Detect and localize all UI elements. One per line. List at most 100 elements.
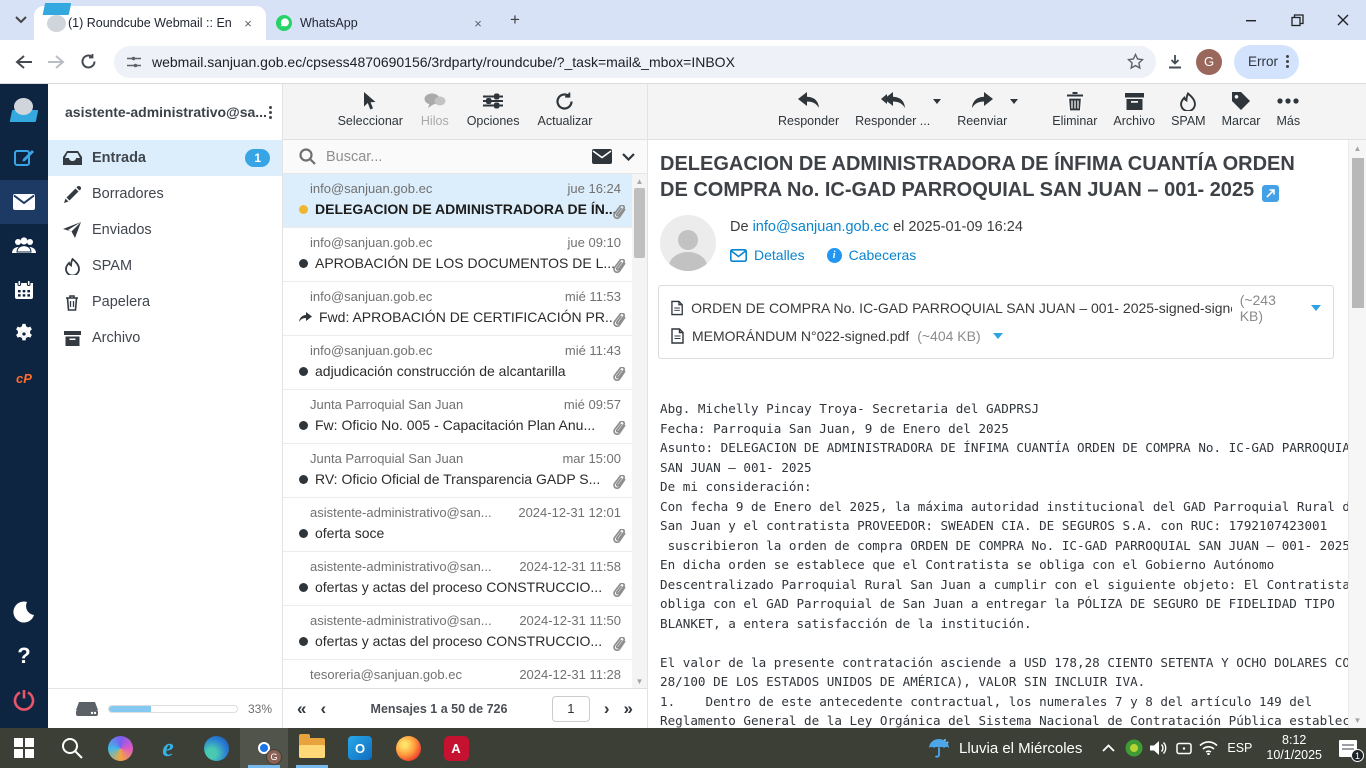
volume-icon[interactable] — [1146, 728, 1171, 768]
tab-search-icon[interactable] — [8, 7, 34, 33]
attachment-menu-caret-icon[interactable] — [1311, 305, 1321, 311]
message-row[interactable]: info@sanjuan.gob.ecjue 16:24 DELEGACION … — [283, 174, 647, 228]
bookmark-star-icon[interactable] — [1127, 53, 1144, 70]
logout-button[interactable] — [0, 678, 48, 722]
select-button[interactable]: Seleccionar — [338, 91, 403, 128]
device-tray-icon[interactable] — [1171, 728, 1196, 768]
message-row[interactable]: info@sanjuan.gob.ecmié 11:43 adjudicació… — [283, 336, 647, 390]
outlook-icon[interactable]: O — [336, 728, 384, 768]
message-row[interactable]: Junta Parroquial San Juanmié 09:57 Fw: O… — [283, 390, 647, 444]
spam-button[interactable]: SPAM — [1171, 91, 1206, 128]
message-row[interactable]: Junta Parroquial San Juanmar 15:00 RV: O… — [283, 444, 647, 498]
unread-dot-icon[interactable] — [299, 259, 308, 268]
tab-close-icon[interactable]: × — [240, 15, 256, 31]
folder-drafts[interactable]: Borradores — [48, 176, 282, 212]
next-page-button[interactable]: › — [604, 699, 610, 719]
message-row[interactable]: asistente-administrativo@san...2024-12-3… — [283, 552, 647, 606]
search-options-chevron-icon[interactable] — [622, 153, 635, 161]
wifi-icon[interactable] — [1196, 728, 1221, 768]
restore-button[interactable] — [1274, 0, 1320, 40]
message-row[interactable]: asistente-administrativo@san...2024-12-3… — [283, 606, 647, 660]
attachment-name[interactable]: MEMORÁNDUM N°022-signed.pdf — [692, 328, 909, 344]
details-toggle[interactable]: Detalles — [730, 247, 805, 263]
chrome-taskbar-button[interactable]: G — [240, 728, 288, 768]
folder-archive[interactable]: Archivo — [48, 320, 282, 356]
url-text[interactable]: webmail.sanjuan.gob.ec/cpsess4870690156/… — [152, 54, 1127, 70]
tray-expand-chevron-icon[interactable] — [1096, 728, 1121, 768]
message-row[interactable]: asistente-administrativo@san...2024-12-3… — [283, 498, 647, 552]
copilot-icon[interactable] — [96, 728, 144, 768]
minimize-button[interactable] — [1228, 0, 1274, 40]
from-email-link[interactable]: info@sanjuan.gob.ec — [753, 219, 889, 235]
notification-center-button[interactable]: 1 — [1330, 728, 1366, 768]
reply-all-caret-icon[interactable] — [933, 99, 941, 104]
list-scroll-thumb[interactable] — [634, 188, 645, 258]
address-bar[interactable]: webmail.sanjuan.gob.ec/cpsess4870690156/… — [114, 46, 1156, 78]
attachment-item[interactable]: MEMORÁNDUM N°022-signed.pdf (~404 KB) — [671, 322, 1321, 350]
contacts-nav-button[interactable] — [0, 224, 48, 268]
folder-sent[interactable]: Enviados — [48, 212, 282, 248]
list-scrollbar[interactable]: ▲ ▼ — [632, 174, 647, 688]
taskbar-search-button[interactable] — [48, 728, 96, 768]
keyboard-language[interactable]: ESP — [1221, 741, 1258, 755]
attachment-name[interactable]: ORDEN DE COMPRA No. IC-GAD PARROQUIAL SA… — [691, 300, 1232, 316]
search-scope-envelope-icon[interactable] — [592, 149, 612, 164]
folder-trash[interactable]: Papelera — [48, 284, 282, 320]
scroll-up-icon[interactable]: ▲ — [632, 174, 647, 188]
message-row[interactable]: info@sanjuan.gob.ecjue 09:10 APROBACIÓN … — [283, 228, 647, 282]
scroll-up-icon[interactable]: ▲ — [1349, 140, 1366, 156]
reply-button[interactable]: Responder — [778, 91, 839, 128]
mail-nav-button[interactable] — [0, 180, 48, 224]
attachment-menu-caret-icon[interactable] — [993, 333, 1003, 339]
flag-dot-icon[interactable] — [299, 205, 308, 214]
first-page-button[interactable]: « — [297, 699, 306, 719]
message-row[interactable]: tesoreria@sanjuan.gob.ec2024-12-31 11:28 — [283, 660, 647, 688]
last-page-button[interactable]: » — [624, 699, 633, 719]
reload-button[interactable] — [72, 46, 104, 78]
mail-scroll-thumb[interactable] — [1352, 158, 1364, 308]
acrobat-icon[interactable]: A — [432, 728, 480, 768]
help-button[interactable]: ? — [0, 634, 48, 678]
tab-whatsapp[interactable]: WhatsApp × — [266, 6, 496, 40]
tab-roundcube[interactable]: (1) Roundcube Webmail :: Entra × — [34, 6, 266, 40]
internet-explorer-icon[interactable]: e — [144, 728, 192, 768]
browser-menu-icon[interactable] — [1286, 55, 1289, 68]
headers-toggle[interactable]: i Cabeceras — [827, 247, 917, 263]
message-row[interactable]: info@sanjuan.gob.ecmié 11:53 Fwd: APROBA… — [283, 282, 647, 336]
back-button[interactable] — [8, 46, 40, 78]
site-settings-icon[interactable] — [126, 54, 142, 70]
profile-avatar[interactable]: G — [1196, 49, 1222, 75]
unread-dot-icon[interactable] — [299, 475, 308, 484]
start-button[interactable] — [0, 728, 48, 768]
edge-icon[interactable] — [192, 728, 240, 768]
refresh-button[interactable]: Actualizar — [538, 91, 593, 128]
threads-button[interactable]: Hilos — [421, 91, 449, 128]
prev-page-button[interactable]: ‹ — [320, 699, 326, 719]
settings-nav-button[interactable] — [0, 312, 48, 356]
mark-button[interactable]: Marcar — [1222, 91, 1261, 128]
dark-mode-toggle[interactable] — [0, 590, 48, 634]
unread-dot-icon[interactable] — [299, 367, 308, 376]
attachment-item[interactable]: ORDEN DE COMPRA No. IC-GAD PARROQUIAL SA… — [671, 294, 1321, 322]
archive-button[interactable]: Archivo — [1113, 91, 1155, 128]
close-window-button[interactable] — [1320, 0, 1366, 40]
delete-button[interactable]: Eliminar — [1052, 91, 1097, 128]
taskbar-clock[interactable]: 8:12 10/1/2025 — [1258, 733, 1330, 763]
more-button[interactable]: Más — [1276, 91, 1300, 128]
error-menu-button[interactable]: Error — [1234, 45, 1299, 79]
cpanel-icon[interactable]: cP — [0, 356, 48, 400]
compose-button[interactable] — [0, 136, 48, 180]
tab-close-icon[interactable]: × — [470, 15, 486, 31]
antivirus-tray-icon[interactable] — [1121, 728, 1146, 768]
unread-dot-icon[interactable] — [299, 583, 308, 592]
forward-caret-icon[interactable] — [1010, 99, 1018, 104]
unread-dot-icon[interactable] — [299, 637, 308, 646]
open-in-new-window-icon[interactable] — [1262, 185, 1279, 202]
unread-dot-icon[interactable] — [299, 529, 308, 538]
mail-scrollbar[interactable]: ▲ ▼ — [1348, 140, 1366, 728]
downloads-icon[interactable] — [1166, 53, 1184, 71]
firefox-icon[interactable] — [384, 728, 432, 768]
reply-all-button[interactable]: Responder ... — [855, 91, 930, 128]
folder-inbox[interactable]: Entrada 1 — [48, 140, 282, 176]
folder-options-icon[interactable] — [269, 106, 272, 119]
